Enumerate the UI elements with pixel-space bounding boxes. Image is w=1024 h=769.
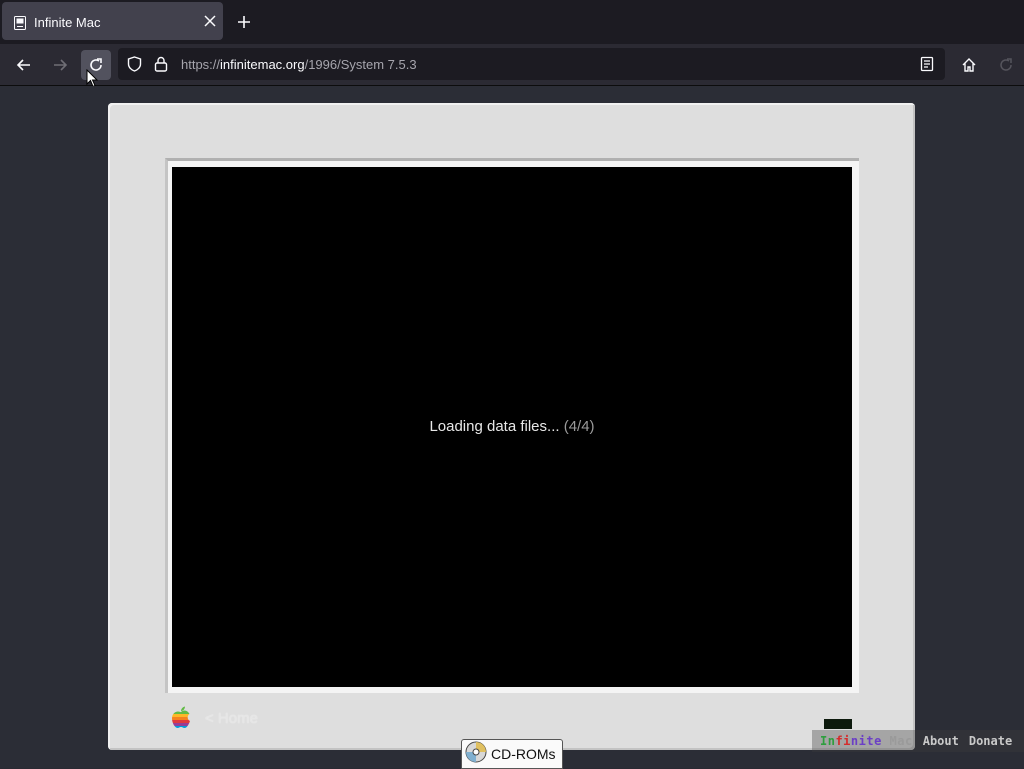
tab-title: Infinite Mac [34,15,101,30]
arrow-left-icon [16,59,30,71]
lock-icon[interactable] [154,56,168,77]
shield-icon[interactable] [127,56,142,77]
cd-icon [465,741,487,768]
extension-icon [1000,58,1012,71]
url-path: /1996/System 7.5.3 [304,57,417,72]
drive-activity-led [824,719,852,729]
brand-link[interactable]: Infinite Mac [820,734,913,748]
reader-view-button[interactable] [915,52,939,76]
url-text: https://infinitemac.org/1996/System 7.5.… [181,57,417,72]
loading-progress: (4/4) [563,418,595,435]
forward-button[interactable] [45,50,75,80]
donate-link[interactable]: Donate [969,734,1012,748]
mac-monitor: Loading data files... (4/4) < Home [108,103,915,750]
about-link[interactable]: About [923,734,959,748]
url-host: infinitemac.org [220,57,305,72]
tab-strip: Infinite Mac [0,0,1024,44]
back-button[interactable] [9,50,39,80]
address-bar[interactable]: https://infinitemac.org/1996/System 7.5.… [118,48,945,80]
home-button[interactable] [954,50,984,80]
close-icon[interactable] [203,14,217,28]
loading-status: Loading data files... (4/4) [172,418,852,435]
plus-icon[interactable] [236,14,252,35]
tab-infinite-mac[interactable]: Infinite Mac [2,2,223,40]
url-scheme: https:// [181,57,221,72]
home-link[interactable]: < Home [205,710,258,727]
footer-links: Infinite Mac About Donate [812,730,1024,752]
home-icon [962,58,976,72]
page-content: Loading data files... (4/4) < Home CD-RO… [0,86,1024,769]
navigation-toolbar: https://infinitemac.org/1996/System 7.5.… [0,44,1024,86]
loading-text: Loading data files... [429,418,560,435]
extension-button[interactable] [991,50,1021,80]
cd-roms-label: CD-ROMs [491,746,556,762]
arrow-right-icon [54,59,68,71]
emulator-screen[interactable]: Loading data files... (4/4) [172,167,852,687]
apple-logo-icon [170,706,192,735]
mac-favicon-icon [14,16,26,35]
cd-roms-button[interactable]: CD-ROMs [461,739,563,769]
reader-view-icon [920,56,934,72]
